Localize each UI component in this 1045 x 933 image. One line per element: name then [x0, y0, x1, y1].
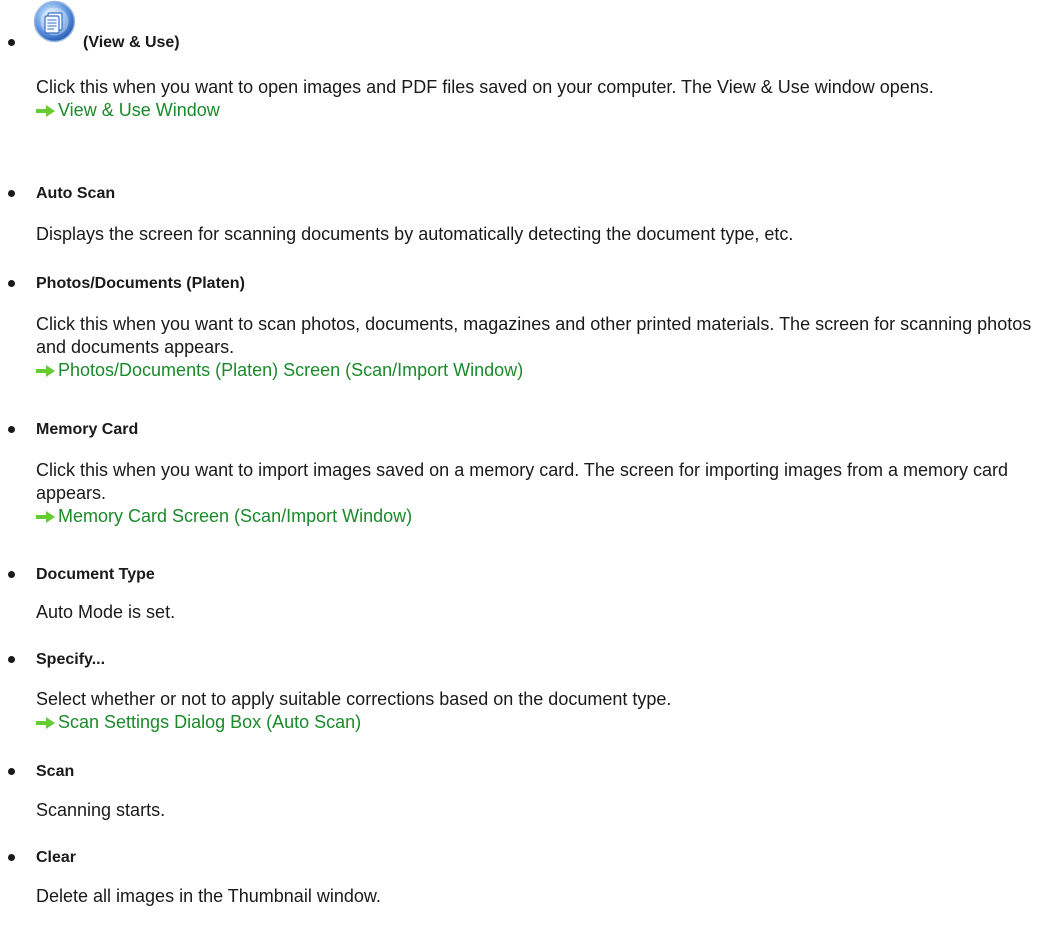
- link-label: View & Use Window: [58, 100, 220, 120]
- description-text: Click this when you want to import image…: [36, 460, 1009, 503]
- bullet: [8, 426, 15, 433]
- term-clear: Clear: [36, 849, 77, 866]
- term-specify: Specify...: [36, 651, 106, 668]
- link-memory-card-screen[interactable]: Memory Card Screen (Scan/Import Window): [36, 505, 1044, 528]
- description: Click this when you want to scan photos,…: [36, 313, 1044, 382]
- bullet: [8, 571, 15, 578]
- description-text: Displays the screen for scanning documen…: [36, 224, 794, 244]
- link-label: Scan Settings Dialog Box (Auto Scan): [58, 712, 362, 732]
- bullet: [8, 768, 15, 775]
- term-photos-documents-platen: Photos/Documents (Platen): [36, 275, 245, 292]
- description: Delete all images in the Thumbnail windo…: [36, 885, 1044, 908]
- arrow-right-icon: [36, 716, 55, 729]
- description: Select whether or not to apply suitable …: [36, 688, 1044, 734]
- term-auto-scan: Auto Scan: [36, 185, 116, 202]
- view-and-use-icon[interactable]: [33, 0, 76, 43]
- description: Displays the screen for scanning documen…: [36, 223, 1044, 246]
- arrow-right-icon: [36, 104, 55, 117]
- arrow-right-icon: [36, 510, 55, 523]
- link-scan-settings-dialog-box[interactable]: Scan Settings Dialog Box (Auto Scan): [36, 711, 1044, 734]
- description-text: Auto Mode is set.: [36, 602, 176, 622]
- bullet: [8, 39, 15, 46]
- description-text: Delete all images in the Thumbnail windo…: [36, 886, 381, 906]
- bullet: [8, 280, 15, 287]
- bullet: [8, 854, 15, 861]
- term-scan: Scan: [36, 763, 75, 780]
- link-label: Memory Card Screen (Scan/Import Window): [58, 506, 413, 526]
- description: Click this when you want to open images …: [36, 76, 1044, 122]
- term-document-type: Document Type: [36, 566, 155, 583]
- description-text: Scanning starts.: [36, 800, 166, 820]
- description-text: Click this when you want to scan photos,…: [36, 314, 1032, 357]
- description: Scanning starts.: [36, 799, 1044, 822]
- term-view-and-use: (View & Use): [83, 34, 180, 51]
- description: Click this when you want to import image…: [36, 459, 1044, 528]
- description: Auto Mode is set.: [36, 601, 1044, 624]
- arrow-right-icon: [36, 364, 55, 377]
- description-text: Click this when you want to open images …: [36, 77, 934, 97]
- description-text: Select whether or not to apply suitable …: [36, 689, 672, 709]
- term-memory-card: Memory Card: [36, 421, 139, 438]
- bullet: [8, 656, 15, 663]
- bullet: [8, 190, 15, 197]
- link-view-and-use-window[interactable]: View & Use Window: [36, 99, 1044, 122]
- link-label: Photos/Documents (Platen) Screen (Scan/I…: [58, 360, 524, 380]
- link-photos-documents-platen-screen[interactable]: Photos/Documents (Platen) Screen (Scan/I…: [36, 359, 1044, 382]
